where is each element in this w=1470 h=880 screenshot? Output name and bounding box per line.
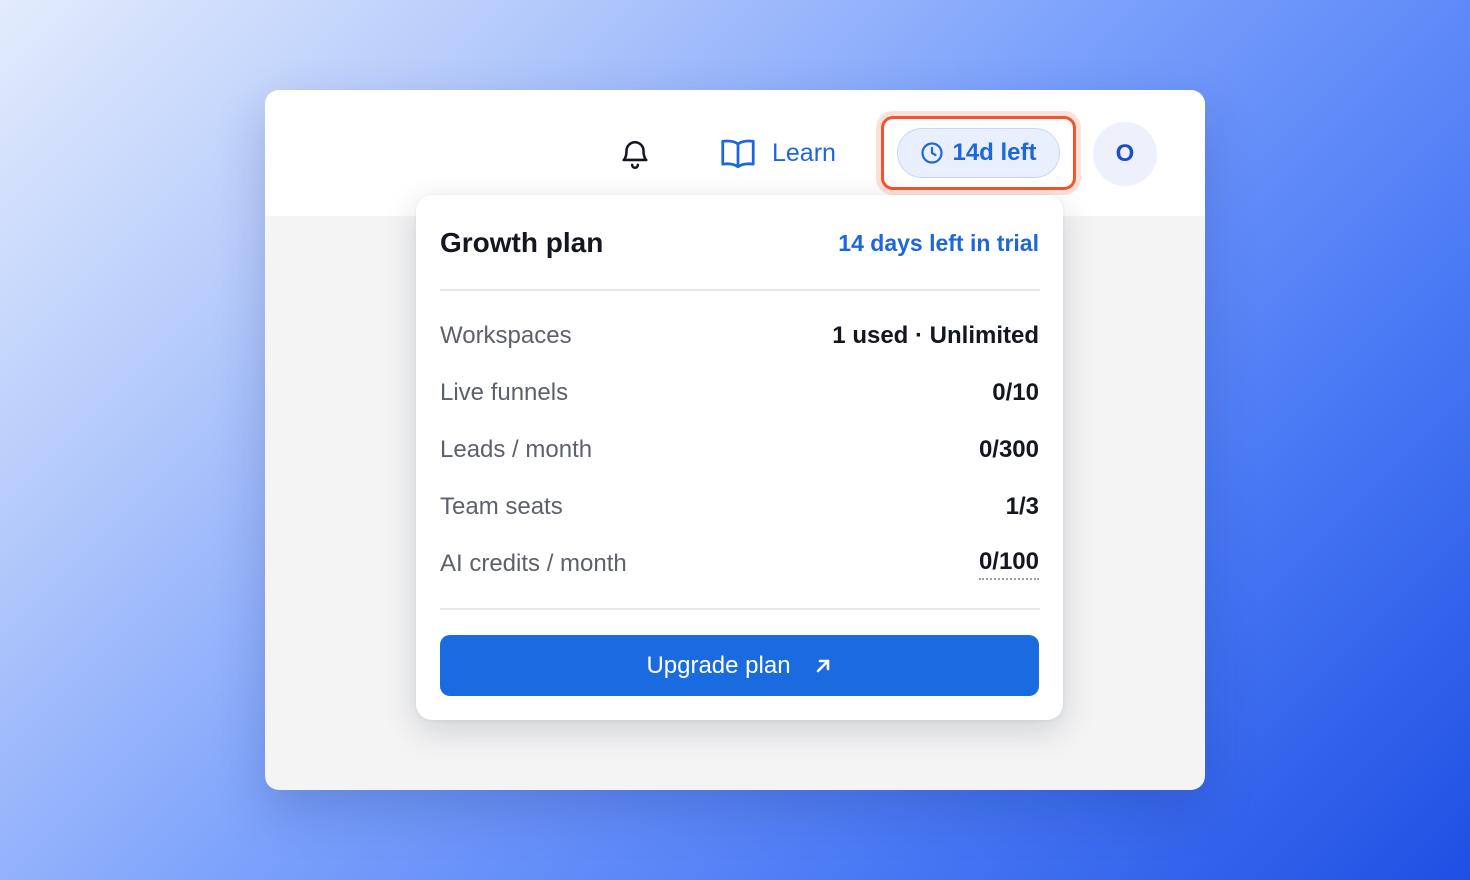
usage-label: AI credits / month [440,549,627,577]
usage-row-team-seats: Team seats 1/3 [440,478,1039,535]
usage-row-workspaces: Workspaces 1 used · Unlimited [440,307,1039,364]
book-icon [721,139,755,169]
usage-value: 1 used · Unlimited [832,321,1039,349]
upgrade-label: Upgrade plan [646,651,791,679]
upgrade-plan-button[interactable]: Upgrade plan [440,635,1039,696]
usage-value: 0/10 [992,378,1039,406]
trial-status: 14 days left in trial [838,229,1039,256]
usage-label: Leads / month [440,435,593,463]
usage-label: Team seats [440,492,563,520]
usage-row-live-funnels: Live funnels 0/10 [440,364,1039,421]
arrow-up-right-icon [816,659,829,672]
usage-row-ai-credits: AI credits / month 0/100 [440,535,1039,592]
trial-badge-label: 14d left [952,139,1037,166]
ai-credits-value[interactable]: 0/100 [978,548,1039,580]
usage-row-leads: Leads / month 0/300 [440,421,1039,478]
learn-label: Learn [772,138,836,167]
usage-label: Workspaces [440,321,572,349]
notifications-button[interactable] [614,134,656,176]
user-avatar[interactable]: O [1093,122,1157,186]
usage-label: Live funnels [440,378,569,406]
learn-link[interactable]: Learn [720,130,836,176]
plan-name: Growth plan [440,227,604,258]
clock-icon [921,142,944,164]
plan-header: Growth plan 14 days left in trial [440,223,1039,263]
footer-divider [440,608,1040,610]
avatar-initial: O [1115,140,1135,167]
usage-value: 1/3 [1005,492,1039,520]
header-divider [440,289,1040,291]
plan-popover: Growth plan 14 days left in trial Worksp… [416,195,1063,720]
usage-list: Workspaces 1 used · Unlimited Live funne… [440,307,1039,592]
trial-badge-button[interactable]: 14d left [897,128,1060,178]
usage-value: 0/300 [978,435,1039,463]
bell-icon [622,141,648,169]
